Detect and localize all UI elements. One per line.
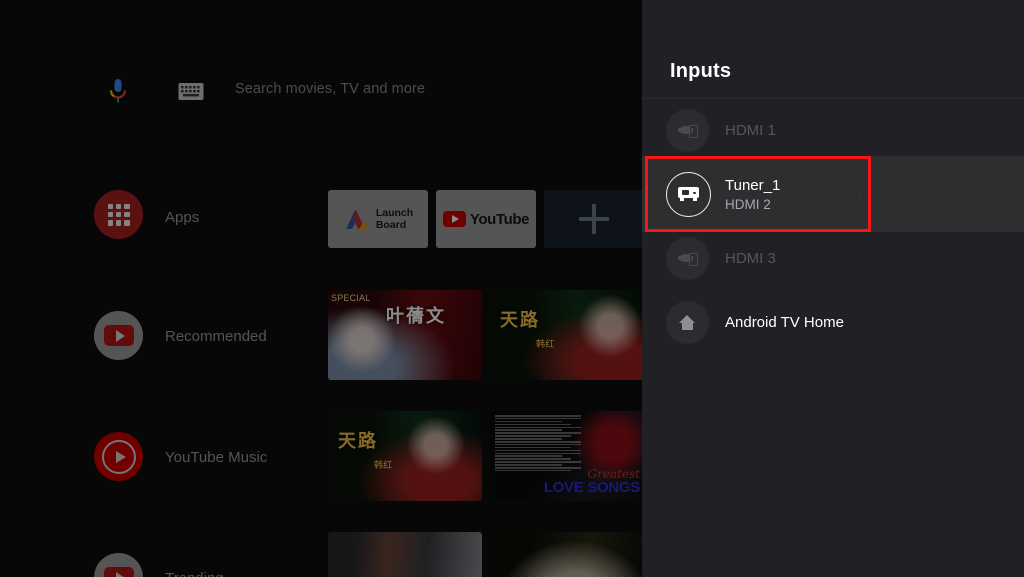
- launch-board-label-2: Board: [375, 219, 407, 231]
- input-item-texts: Tuner_1 HDMI 2: [725, 177, 780, 212]
- android-tv-screen: Search movies, TV and more Apps Launch B…: [0, 0, 1024, 577]
- recommended-tile-strip: 叶蒨文 SPECIAL 天路 韩红: [328, 290, 642, 380]
- youtube-play-icon: [442, 211, 466, 227]
- apps-tile-strip: Launch Board YouTube: [328, 190, 642, 248]
- search-placeholder[interactable]: Search movies, TV and more: [235, 81, 425, 97]
- row-trending: Trending: [0, 532, 642, 577]
- home-launcher-content: Search movies, TV and more Apps Launch B…: [0, 0, 642, 577]
- input-item-name: Android TV Home: [725, 313, 844, 331]
- input-item-texts: Android TV Home: [725, 314, 844, 331]
- launch-board-label-1: Launch: [375, 207, 414, 219]
- row-recommended: Recommended 叶蒨文 SPECIAL 天路 韩红: [0, 290, 642, 380]
- input-item-texts: HDMI 3: [725, 250, 776, 267]
- input-item-hdmi-1[interactable]: HDMI 1: [642, 99, 1024, 161]
- media-thumbnail[interactable]: 叶蒨文 SPECIAL: [328, 290, 482, 380]
- thumbnail-title-main: LOVE SONGS: [543, 479, 640, 496]
- input-item-android-tv-home[interactable]: Android TV Home: [642, 291, 1024, 353]
- row-label-apps: Apps: [165, 209, 200, 226]
- row-youtube-music: YouTube Music 天路 韩红 Greatest LOVE SONGS: [0, 411, 642, 501]
- thumbnail-caption: 韩红: [374, 460, 393, 470]
- hdmi-connector-icon: [666, 236, 709, 280]
- media-thumbnail[interactable]: 天路 韩红: [490, 290, 642, 380]
- media-thumbnail[interactable]: [490, 532, 642, 577]
- thumbnail-title-cjk: 叶蒨文: [386, 306, 446, 326]
- row-label-recommended: Recommended: [165, 328, 267, 345]
- input-item-name: HDMI 3: [725, 249, 776, 267]
- app-tile-launch-board[interactable]: Launch Board: [328, 190, 428, 248]
- input-item-name: HDMI 1: [725, 121, 776, 139]
- youtube-music-icon[interactable]: [94, 432, 143, 481]
- youtube-music-tile-strip: 天路 韩红 Greatest LOVE SONGS: [328, 411, 642, 501]
- apps-grid-icon[interactable]: [94, 190, 143, 239]
- thumbnail-title-cjk: 天路: [500, 310, 540, 330]
- input-item-texts: HDMI 1: [725, 122, 776, 139]
- tracklist-lines: [495, 415, 581, 472]
- add-app-tile[interactable]: [544, 190, 642, 248]
- inputs-panel: Inputs HDMI 1 Tuner_1 HDMI 2 HDMI 3 Andr…: [642, 0, 1024, 577]
- youtube-icon[interactable]: [94, 311, 143, 360]
- keyboard-icon[interactable]: [178, 81, 204, 102]
- panel-title: Inputs: [670, 60, 732, 82]
- thumbnail-title-block: Greatest LOVE SONGS: [544, 468, 640, 495]
- thumbnail-caption: SPECIAL: [331, 293, 371, 303]
- input-item-hdmi-3[interactable]: HDMI 3: [642, 227, 1024, 289]
- row-indicator-dot: [860, 194, 862, 196]
- search-bar[interactable]: Search movies, TV and more: [0, 74, 642, 110]
- youtube-tile-label: YouTube: [469, 210, 530, 228]
- home-icon: [666, 300, 709, 344]
- row-apps: Apps Launch Board YouTube: [0, 190, 642, 248]
- thumbnail-title-cjk: 天路: [338, 431, 378, 451]
- thumbnail-caption: 韩红: [536, 339, 555, 349]
- media-thumbnail[interactable]: 天路 韩红: [328, 411, 482, 501]
- set-top-box-icon: [666, 171, 711, 217]
- google-mic-icon[interactable]: [105, 77, 131, 107]
- hdmi-connector-icon: [666, 108, 709, 152]
- row-label-youtube-music: YouTube Music: [165, 449, 268, 466]
- plus-icon: [579, 204, 609, 234]
- input-item-subtitle: HDMI 2: [725, 196, 771, 212]
- youtube-icon[interactable]: [94, 553, 143, 577]
- row-label-trending: Trending: [165, 570, 224, 577]
- input-item-tuner-1[interactable]: Tuner_1 HDMI 2: [642, 156, 1024, 232]
- input-item-name: Tuner_1: [725, 176, 781, 194]
- launch-board-logo: [345, 210, 369, 229]
- app-tile-youtube[interactable]: YouTube: [436, 190, 536, 248]
- trending-tile-strip: [328, 532, 642, 577]
- media-thumbnail[interactable]: [328, 532, 482, 577]
- media-thumbnail[interactable]: Greatest LOVE SONGS: [490, 411, 642, 501]
